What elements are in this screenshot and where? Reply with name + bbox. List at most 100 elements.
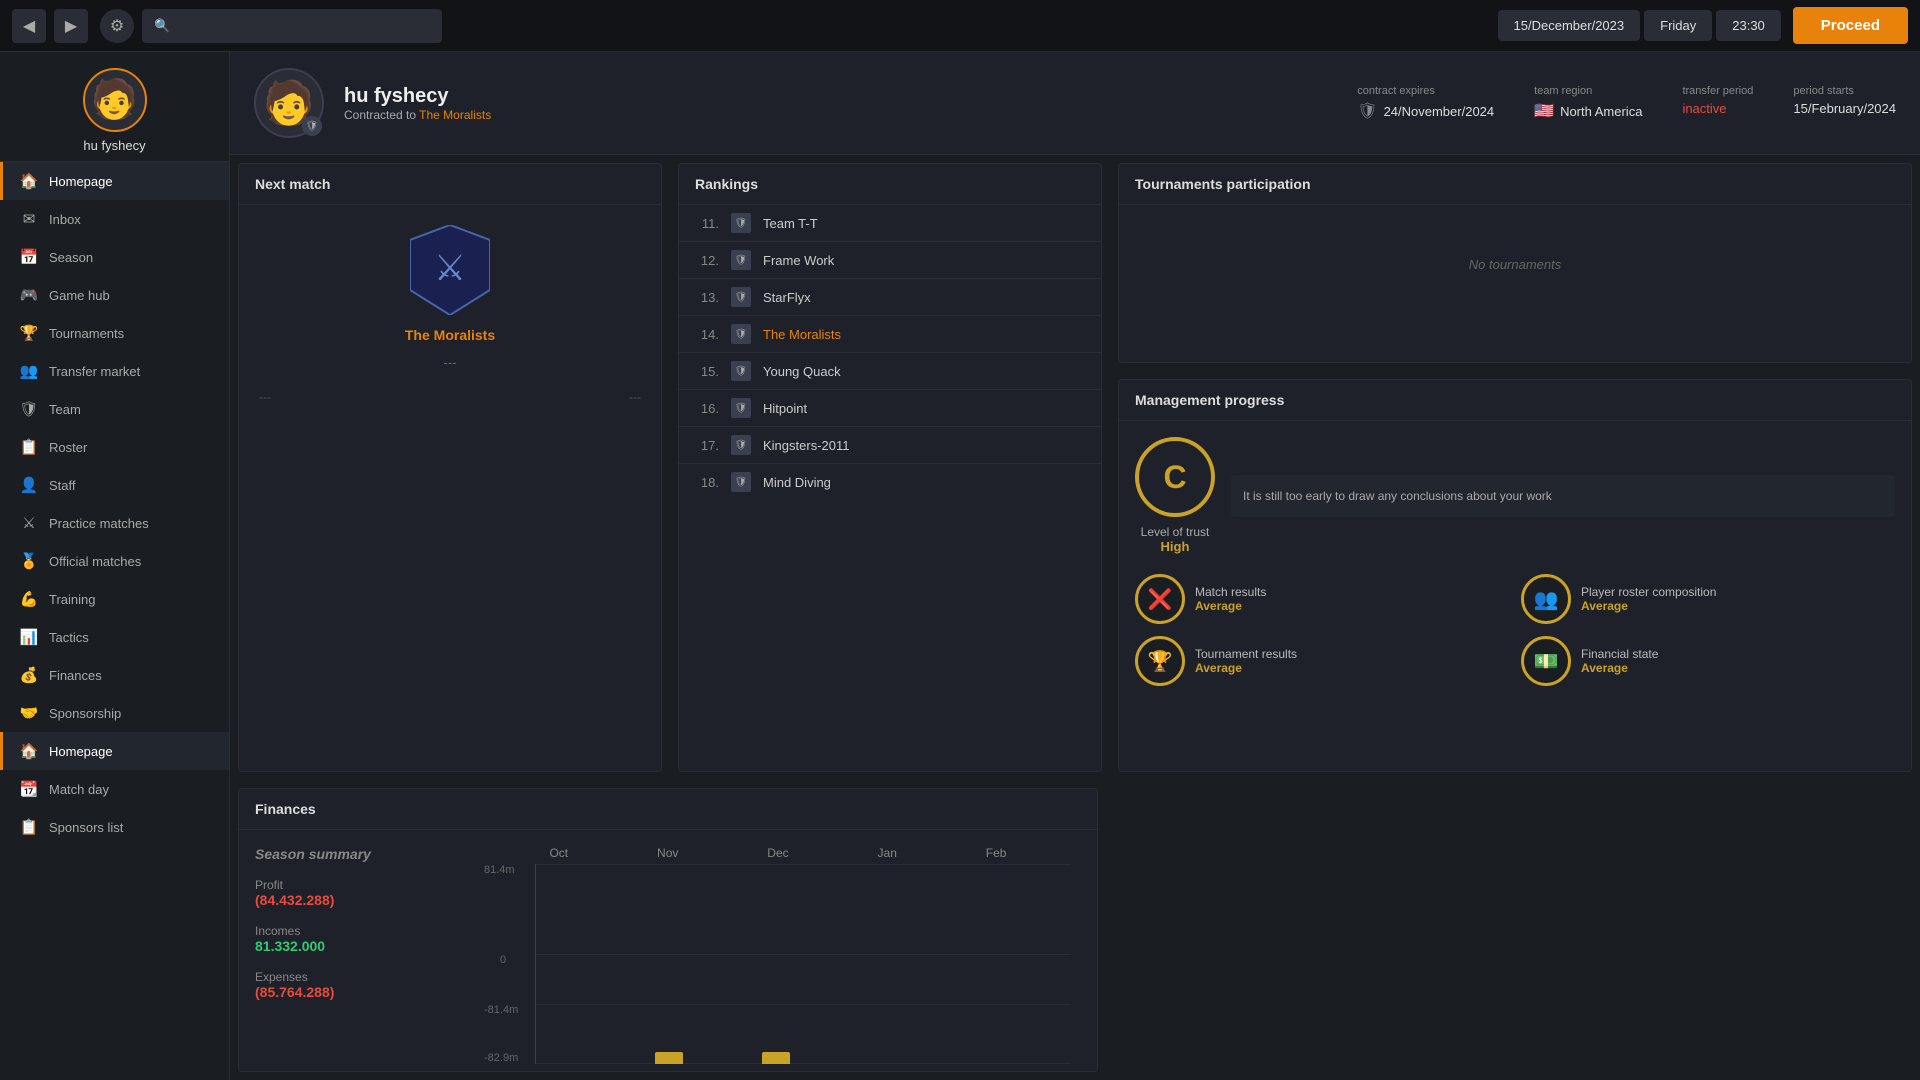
gamehub-icon: 🎮: [19, 286, 39, 304]
rank-name: Young Quack: [763, 364, 841, 379]
sidebar-label-finances: Finances: [49, 668, 102, 683]
financial-icon: 💵: [1521, 636, 1571, 686]
back-button[interactable]: ◀: [12, 9, 46, 43]
search-bar[interactable]: 🔍: [142, 9, 442, 43]
sidebar-item-homepage2[interactable]: 🏠 Homepage: [0, 732, 229, 770]
next-match-header: Next match: [239, 164, 661, 205]
y-label-0: 0: [500, 954, 506, 966]
sidebar-item-finances[interactable]: 💰 Finances: [0, 656, 229, 694]
date-display: 15/December/2023: [1498, 10, 1641, 41]
rank-number: 17.: [695, 438, 719, 453]
progress-grid: ❌ Match results Average 👥 Player roster …: [1135, 574, 1895, 686]
management-panel: Management progress C Level of trust Hig…: [1118, 379, 1912, 772]
sidebar-item-sponsors[interactable]: 📋Sponsors list: [0, 808, 229, 846]
training-icon: 💪: [19, 590, 39, 608]
sidebar-item-roster[interactable]: 📋Roster: [0, 428, 229, 466]
match-team-name: The Moralists: [405, 327, 495, 343]
incomes-row: Incomes 81.332.000: [255, 924, 455, 954]
rank-number: 14.: [695, 327, 719, 342]
sidebar-item-sponsorship[interactable]: 🤝Sponsorship: [0, 694, 229, 732]
sidebar-item-staff[interactable]: 👤Staff: [0, 466, 229, 504]
tournaments-body: No tournaments: [1119, 205, 1911, 324]
sidebar-item-team[interactable]: 🛡Team: [0, 390, 229, 428]
finances-right-spacer: [1098, 780, 1920, 1080]
sidebar-label-official: Official matches: [49, 554, 141, 569]
forward-button[interactable]: ▶: [54, 9, 88, 43]
sidebar-item-training[interactable]: 💪Training: [0, 580, 229, 618]
sidebar-label-team: Team: [49, 402, 81, 417]
rank-icon: 🛡: [731, 398, 751, 418]
rankings-header: Rankings: [679, 164, 1101, 205]
rank-number: 12.: [695, 253, 719, 268]
rank-icon: 🛡: [731, 213, 751, 233]
management-header: Management progress: [1119, 380, 1911, 421]
profile-header: 🧑 🛡 hu fyshecy Contracted to The Moralis…: [230, 52, 1920, 155]
sidebar-item-gamehub[interactable]: 🎮 Game hub: [0, 276, 229, 314]
official-icon: 🏅: [19, 552, 39, 570]
profit-value: (84.432.288): [255, 892, 455, 908]
content-area: 🧑 🛡 hu fyshecy Contracted to The Moralis…: [230, 52, 1920, 1080]
sidebar-item-tournaments[interactable]: 🏆Tournaments: [0, 314, 229, 352]
topbar: ◀ ▶ ⚙ 🔍 15/December/2023 Friday 23:30 Pr…: [0, 0, 1920, 52]
sidebar-label-transfer: Transfer market: [49, 364, 140, 379]
main-layout: 🧑 hu fyshecy 🏠Homepage✉Inbox📅Season🎮Game…: [0, 52, 1920, 1080]
sidebar-label-gamehub: Game hub: [49, 288, 110, 303]
sidebar-item-inbox[interactable]: ✉ Inbox: [0, 200, 229, 238]
contract-value: 🛡 24/November/2024: [1357, 101, 1494, 121]
y-label-1: 81.4m: [484, 864, 515, 876]
sidebar-item-season[interactable]: 📅Season: [0, 238, 229, 276]
season-summary-label: Season summary: [255, 846, 455, 862]
region-value: 🇺🇸 North America: [1534, 101, 1642, 121]
tournament-icon: 🏆: [1135, 636, 1185, 686]
tournament-label: Tournament results: [1195, 647, 1297, 661]
finances-header: Finances: [239, 789, 1097, 830]
rank-name: Mind Diving: [763, 475, 831, 490]
rankings-list: 11. 🛡 Team T-T 12. 🛡 Frame Work 13. 🛡 St…: [679, 205, 1101, 500]
search-input[interactable]: [178, 18, 430, 33]
sidebar: 🧑 hu fyshecy 🏠Homepage✉Inbox📅Season🎮Game…: [0, 52, 230, 1080]
sidebar-item-transfer[interactable]: 👥Transfer market: [0, 352, 229, 390]
rank-number: 11.: [695, 216, 719, 231]
sidebar-item-official[interactable]: 🏅 Official matches: [0, 542, 229, 580]
transfer-value: inactive: [1682, 101, 1753, 116]
day-display: Friday: [1644, 10, 1712, 41]
stat-transfer: transfer period inactive: [1682, 85, 1753, 121]
staff-icon: 👤: [19, 476, 39, 494]
bar-chart: Oct Nov Dec Jan Feb 81.4m 0 -81.4m -82.9…: [475, 846, 1081, 1064]
y-label-neg2: -82.9m: [484, 1052, 518, 1064]
stat-contract: contract expires 🛡 24/November/2024: [1357, 85, 1494, 121]
progress-item-financial: 💵 Financial state Average: [1521, 636, 1895, 686]
period-value: 15/February/2024: [1793, 101, 1896, 116]
search-icon: 🔍: [154, 18, 170, 34]
expenses-value: (85.764.288): [255, 984, 455, 1000]
homepage-icon: 🏠: [19, 172, 39, 190]
inbox-icon: ✉: [19, 210, 39, 228]
nov-income-bar: [655, 1052, 683, 1064]
team-shield-icon: ⚔: [410, 225, 490, 315]
progress-item-roster: 👥 Player roster composition Average: [1521, 574, 1895, 624]
sidebar-item-tactics[interactable]: 📊Tactics: [0, 618, 229, 656]
finances-icon: 💰: [19, 666, 39, 684]
profile-info: hu fyshecy Contracted to The Moralists: [344, 85, 491, 122]
sidebar-label-inbox: Inbox: [49, 212, 81, 227]
sidebar-item-matchday[interactable]: 📆Match day: [0, 770, 229, 808]
matchday-icon: 📆: [19, 780, 39, 798]
trust-value: High: [1135, 539, 1215, 554]
settings-button[interactable]: ⚙: [100, 9, 134, 43]
rankings-panel: Rankings 11. 🛡 Team T-T 12. 🛡 Frame Work…: [678, 163, 1102, 772]
trust-label: Level of trust: [1135, 525, 1215, 539]
progress-item-match_results: ❌ Match results Average: [1135, 574, 1509, 624]
homepage2-icon: 🏠: [19, 742, 39, 760]
stat-period: period starts 15/February/2024: [1793, 85, 1896, 121]
sidebar-label-homepage2: Homepage: [49, 744, 113, 759]
time-display: 23:30: [1716, 10, 1781, 41]
rank-name: Team T-T: [763, 216, 818, 231]
rank-icon: 🛡: [731, 472, 751, 492]
proceed-button[interactable]: Proceed: [1793, 7, 1908, 44]
sidebar-item-homepage[interactable]: 🏠Homepage: [0, 162, 229, 200]
match-footer: --- ---: [259, 382, 641, 404]
management-content: C Level of trust High It is still too ea…: [1119, 421, 1911, 702]
sidebar-item-practice[interactable]: ⚔Practice matches: [0, 504, 229, 542]
trust-note: It is still too early to draw any conclu…: [1231, 475, 1895, 517]
ranking-item: 15. 🛡 Young Quack: [679, 353, 1101, 390]
